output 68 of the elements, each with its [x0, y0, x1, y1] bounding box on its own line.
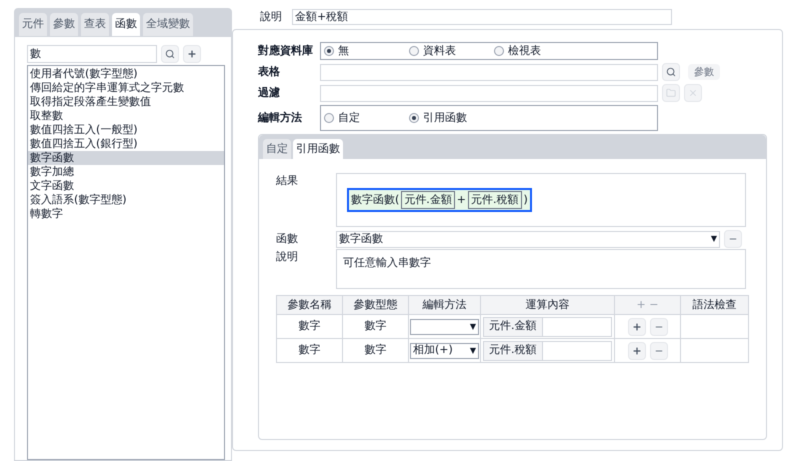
- field-label: 說明: [260, 8, 282, 25]
- field-label: 對應資料庫: [258, 42, 314, 59]
- description-field[interactable]: 金額+稅額: [292, 9, 672, 25]
- list-item[interactable]: 使用者代號(數字型態): [28, 66, 224, 80]
- list-item[interactable]: 簽入語系(數字型態): [28, 192, 224, 206]
- method-select[interactable]: ▼: [410, 318, 479, 334]
- operator: +: [456, 192, 466, 208]
- tab[interactable]: 引用函數: [293, 139, 343, 159]
- column-header: + −: [614, 296, 680, 314]
- list-item[interactable]: 數值四捨五入(一般型): [28, 122, 224, 136]
- table-cell: 數字: [276, 338, 342, 362]
- radio-label: 資料表: [423, 42, 456, 59]
- tab[interactable]: 參數: [50, 13, 78, 36]
- radio-button[interactable]: [409, 113, 419, 123]
- radio-label: 自定: [338, 110, 360, 126]
- list-item[interactable]: 傳回給定的字串運算式之字元數: [28, 80, 224, 94]
- add-icon[interactable]: [628, 318, 646, 336]
- field-label: 過濾: [258, 84, 281, 101]
- table-cell: 數字: [342, 338, 408, 362]
- column-header: 參數名稱: [276, 296, 342, 314]
- column-header: 編輯方法: [408, 296, 480, 314]
- operand-button[interactable]: 元件.稅額: [484, 342, 542, 360]
- field-label: 編輯方法: [258, 110, 303, 126]
- table-field[interactable]: [320, 64, 658, 80]
- tab[interactable]: 全域變數: [143, 13, 193, 36]
- add-icon[interactable]: [183, 44, 201, 62]
- param-button[interactable]: 參數: [688, 64, 720, 80]
- radio-label: 引用函數: [423, 110, 467, 126]
- search-field[interactable]: 數: [27, 44, 157, 62]
- method-select[interactable]: 相加(+) ▼: [410, 342, 479, 358]
- closing-paren: ): [524, 192, 528, 208]
- list-item[interactable]: 數字加總: [28, 164, 224, 178]
- minus-icon[interactable]: [724, 230, 742, 248]
- list-item[interactable]: 取得指定段落產生變數值: [28, 94, 224, 108]
- function-select[interactable]: 數字函數 ▼: [336, 230, 720, 248]
- radio-button[interactable]: [324, 46, 334, 56]
- description-box: 可任意輸入串數字: [336, 249, 746, 289]
- list-item[interactable]: 轉數字: [28, 206, 224, 220]
- tab[interactable]: 元件: [19, 13, 47, 36]
- add-icon[interactable]: [628, 342, 646, 360]
- list-item[interactable]: 數字函數: [28, 150, 224, 164]
- operand-token: 元件.金額: [401, 190, 455, 210]
- radio-button[interactable]: [494, 46, 504, 56]
- operand-button[interactable]: 元件.金額: [484, 318, 542, 336]
- tab[interactable]: 查表: [81, 13, 109, 36]
- field-label: 表格: [258, 64, 281, 80]
- search-icon[interactable]: [161, 44, 179, 62]
- function-name: 數字函數(: [351, 192, 400, 208]
- field-label: 結果: [276, 173, 299, 189]
- filter-field[interactable]: [320, 84, 658, 102]
- radio-label: 檢視表: [508, 42, 541, 59]
- field-label: 說明: [276, 249, 299, 265]
- column-header: 參數型態: [342, 296, 408, 314]
- tab[interactable]: 函數: [112, 13, 140, 36]
- list-item[interactable]: 數值四捨五入(銀行型): [28, 136, 224, 150]
- table-cell: 數字: [342, 314, 408, 338]
- radio-label: 無: [338, 42, 349, 59]
- tab[interactable]: 自定: [263, 139, 291, 159]
- column-header: 語法檢查: [680, 296, 748, 314]
- table-cell: 數字: [276, 314, 342, 338]
- operand-token: 元件.稅額: [468, 190, 522, 210]
- list-item[interactable]: 文字函數: [28, 178, 224, 192]
- search-icon[interactable]: [662, 63, 680, 81]
- column-header: 運算內容: [480, 296, 614, 314]
- field-label: 函數: [276, 230, 299, 247]
- radio-button[interactable]: [324, 113, 334, 123]
- list-item[interactable]: 取整數: [28, 108, 224, 122]
- radio-button[interactable]: [409, 46, 419, 56]
